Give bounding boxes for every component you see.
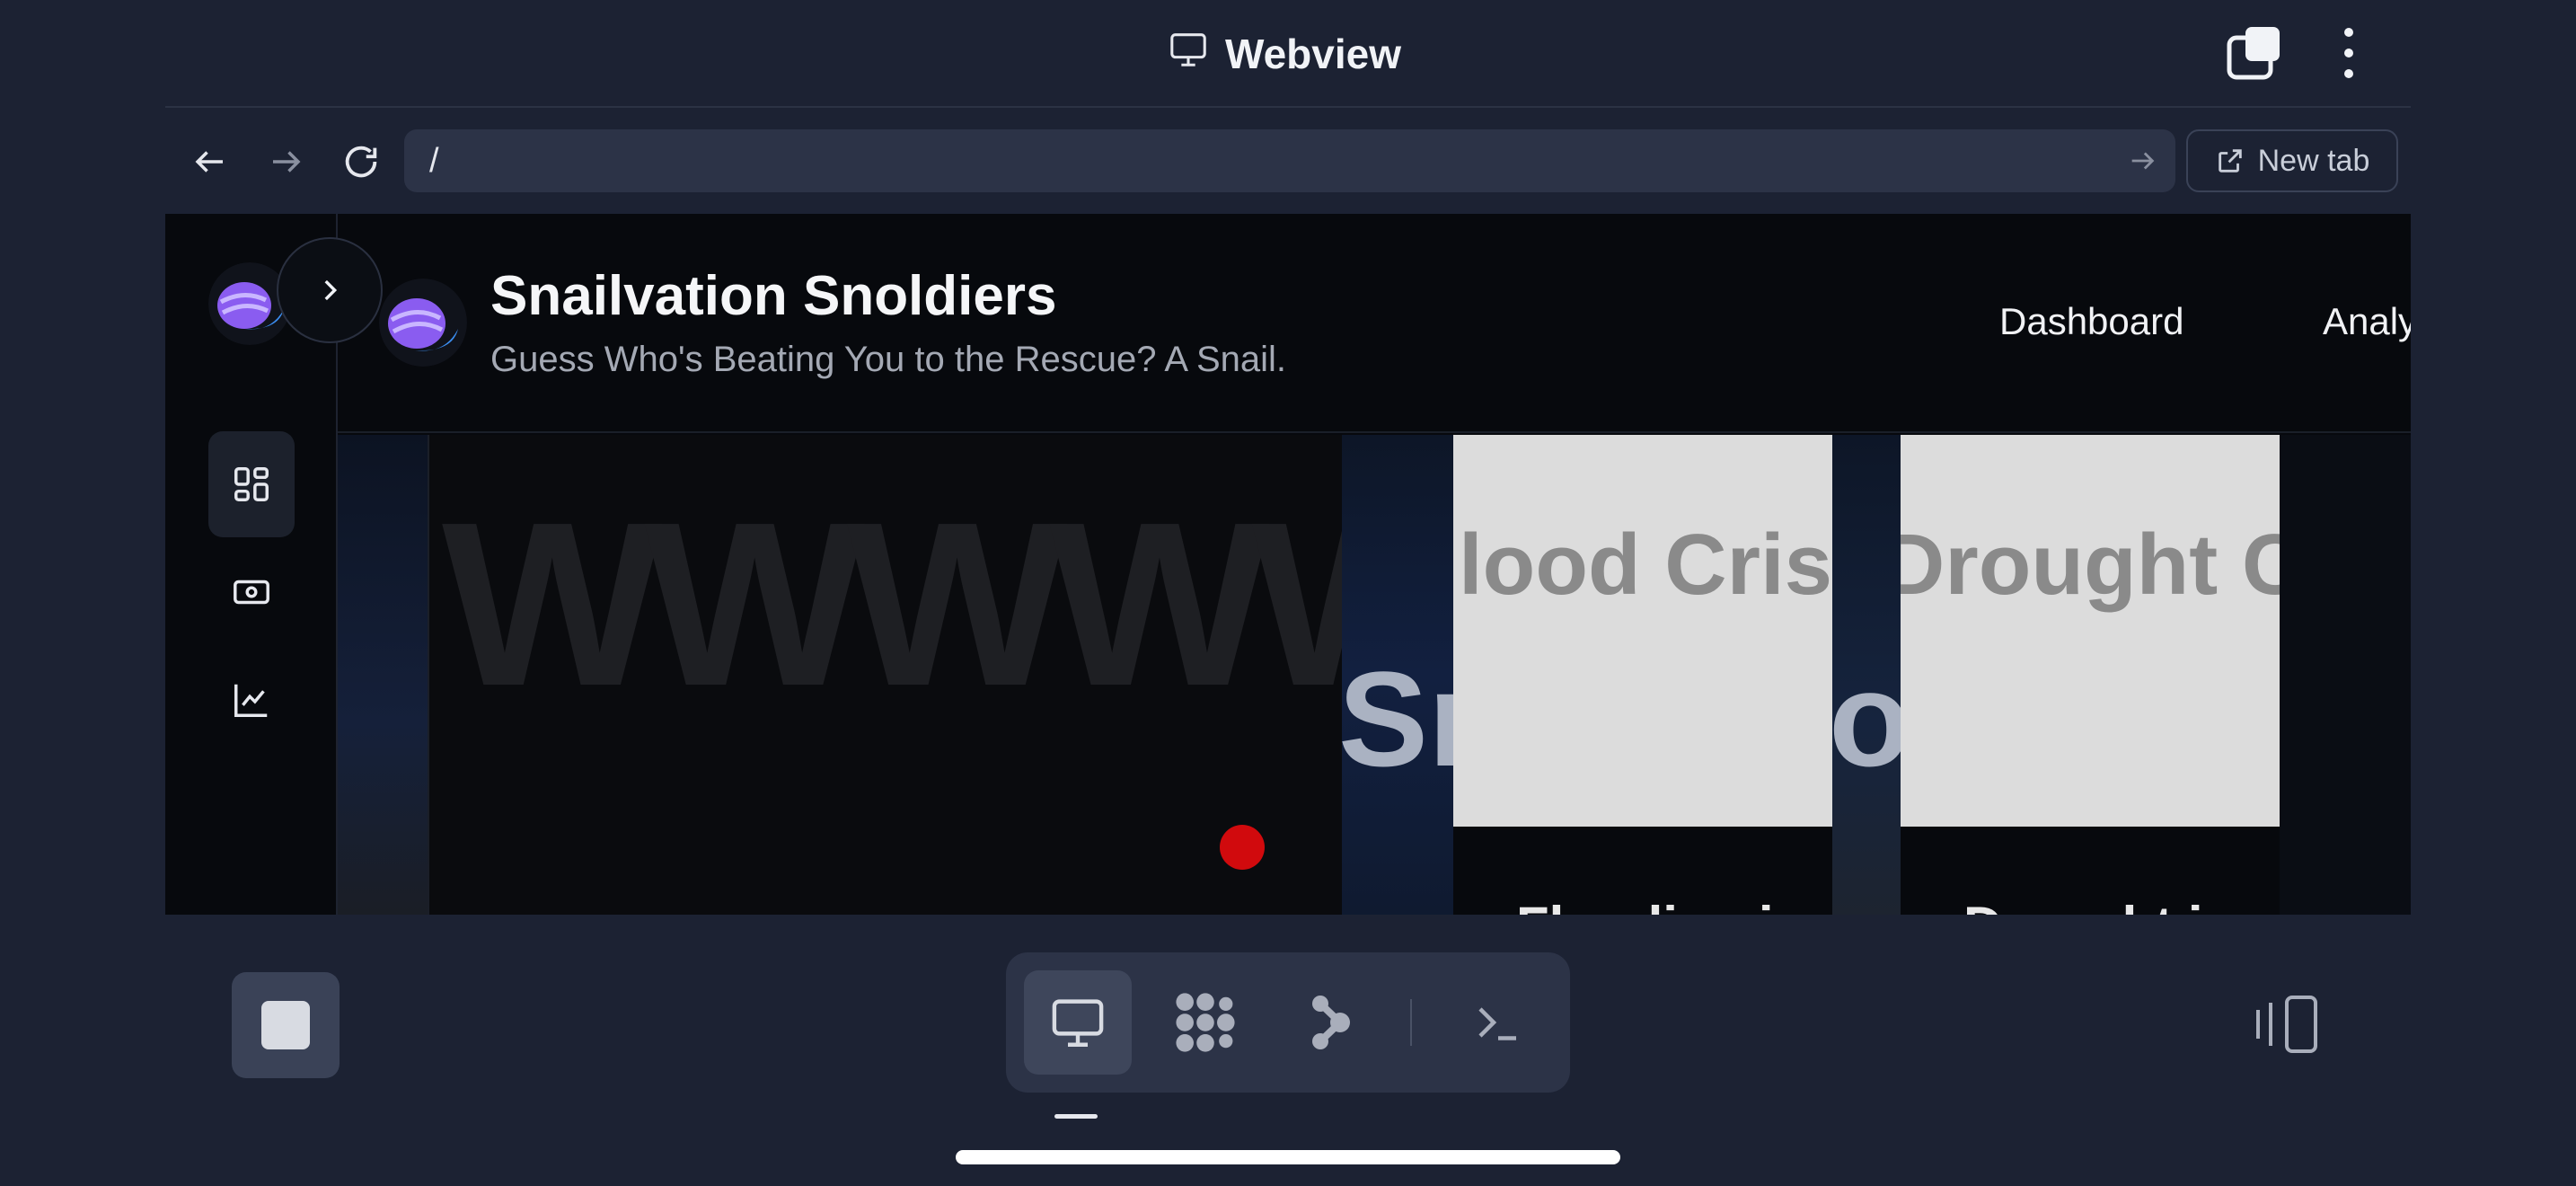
home-indicator[interactable] [956,1150,1620,1164]
carousel-slide-main[interactable]: WWWWW [428,435,1342,915]
tabs-overview-button[interactable] [2226,25,2283,81]
mode-agent-button[interactable] [1279,970,1387,1075]
sidebar-expand-button[interactable] [277,237,383,343]
site-header: Snailvation Snoldiers Guess Who's Beatin… [338,214,2411,433]
record-indicator [1220,825,1265,870]
card-image-text: Drought Crisi [1901,517,2280,613]
mode-switcher [1006,952,1570,1093]
dashboard-icon [234,467,269,501]
sidebar-item-dashboard[interactable] [208,431,295,537]
chevron-right-icon [324,279,338,301]
go-arrow-icon[interactable] [2127,146,2157,176]
slide-partial-text: oc [1832,643,1901,794]
more-vertical-icon [2344,28,2353,78]
nav-link-analytics[interactable]: Analytics [2323,300,2411,343]
new-tab-label: New tab [2257,143,2370,178]
forward-button[interactable] [259,135,313,189]
arrow-left-icon [195,151,223,173]
arrow-right-icon [273,151,301,173]
new-tab-button[interactable]: New tab [2186,129,2398,192]
nav-link-dashboard[interactable]: Dashboard [1999,300,2183,343]
carousel-slide-partial[interactable] [338,435,428,915]
terminal-icon [1478,1007,1516,1040]
reload-button[interactable] [334,135,388,189]
split-view-icon [2256,996,2317,1053]
sidebar-item-donations[interactable] [208,539,295,645]
split-view-button[interactable] [2254,992,2326,1057]
card-image: Drought Crisi [1901,435,2280,827]
mode-app-button[interactable] [1151,970,1259,1075]
app-grid-icon [1176,993,1235,1052]
mode-webview-button[interactable] [1024,970,1132,1075]
title-bar: Webview [0,0,2576,106]
chart-line-icon [234,684,268,717]
slide-partial-text: Sr [1342,643,1453,794]
monitor-icon [1168,29,1209,80]
window-title-text: Webview [1225,31,1401,77]
site-logo[interactable] [379,279,467,367]
external-link-icon [2218,149,2242,173]
carousel-slide-partial[interactable]: oc [1832,435,1901,915]
card-caption: Drought i [1963,895,2203,915]
title-divider [165,106,2411,108]
stop-icon [261,1001,310,1049]
stop-button[interactable] [232,972,340,1078]
site-title: Snailvation Snoldiers [490,265,1057,327]
back-button[interactable] [183,135,237,189]
card-image: lood Crisi [1453,435,1832,827]
monitor-icon [1052,999,1104,1047]
window-title: Webview [1168,27,1401,81]
mode-terminal-button[interactable] [1444,970,1552,1075]
reload-icon [345,146,377,178]
agent-icon [1312,996,1350,1049]
card-image-text: lood Crisi [1459,517,1832,613]
webview: Snailvation Snoldiers Guess Who's Beatin… [165,214,2411,915]
mode-indicator [1054,1114,1098,1119]
carousel-slide-partial[interactable] [2280,435,2411,915]
crisis-card[interactable]: lood Crisi Flooding i [1453,435,1832,915]
mode-divider [1410,999,1412,1046]
app-sidebar [165,214,383,915]
url-input[interactable]: / [404,129,2175,192]
slide-placeholder-text: WWWWW [442,474,1342,735]
more-menu-button[interactable] [2335,25,2362,81]
carousel-slide-partial[interactable]: Sr [1342,435,1453,915]
sidebar-item-analytics[interactable] [208,647,295,753]
money-icon [234,580,269,605]
tabs-icon [2227,27,2280,80]
content-carousel: WWWWW Sr lood Crisi Flooding i oc Drough… [338,435,2411,915]
url-text[interactable]: / [429,142,439,181]
site-subtitle: Guess Who's Beating You to the Rescue? A… [490,340,1286,379]
crisis-card[interactable]: Drought Crisi Drought i [1901,435,2280,915]
card-caption: Flooding i [1516,895,1774,915]
